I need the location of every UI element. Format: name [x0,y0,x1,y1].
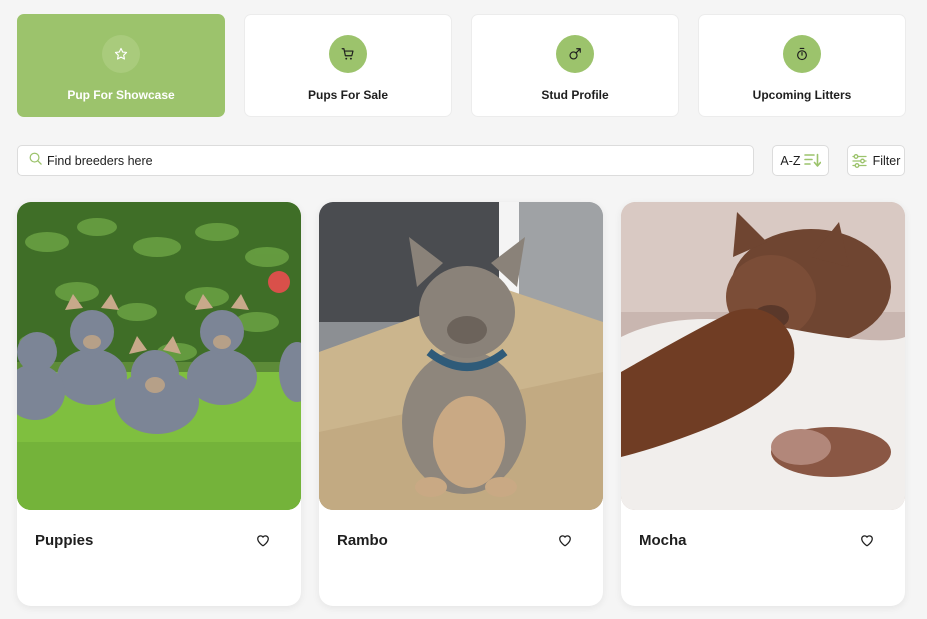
sort-descending-icon [803,153,821,168]
dog-card[interactable]: Mocha [621,202,905,606]
stopwatch-icon [783,35,821,73]
sliders-icon [851,153,867,168]
tab-label: Pup For Showcase [67,88,175,102]
dog-name: Mocha [639,532,687,549]
sort-label: A-Z [780,153,801,168]
tab-pup-for-showcase[interactable]: Pup For Showcase [17,14,225,117]
tab-stud-profile[interactable]: Stud Profile [471,14,679,117]
dog-name: Puppies [35,532,94,549]
male-symbol-icon [556,35,594,73]
category-tabs: Pup For Showcase Pups For Sale Stud Prof… [17,14,906,117]
tab-pups-for-sale[interactable]: Pups For Sale [244,14,452,117]
filter-button[interactable]: Filter [847,145,905,176]
tab-label: Stud Profile [541,88,609,102]
puppies-photo [17,202,301,510]
filter-label: Filter [872,153,901,168]
dog-name: Rambo [337,532,388,549]
search-bar [17,145,754,176]
tab-label: Upcoming Litters [752,88,852,102]
star-icon [102,35,140,73]
search-icon [28,151,43,171]
sort-button[interactable]: A-Z [772,145,829,176]
heart-icon[interactable] [859,532,875,548]
heart-icon[interactable] [255,532,271,548]
rambo-photo [319,202,603,510]
cart-icon [329,35,367,73]
dog-card[interactable]: Rambo [319,202,603,606]
search-input[interactable] [47,153,727,168]
tab-upcoming-litters[interactable]: Upcoming Litters [698,14,906,117]
tab-label: Pups For Sale [307,88,389,102]
dog-card[interactable]: Puppies [17,202,301,606]
heart-icon[interactable] [557,532,573,548]
mocha-photo [621,202,905,510]
